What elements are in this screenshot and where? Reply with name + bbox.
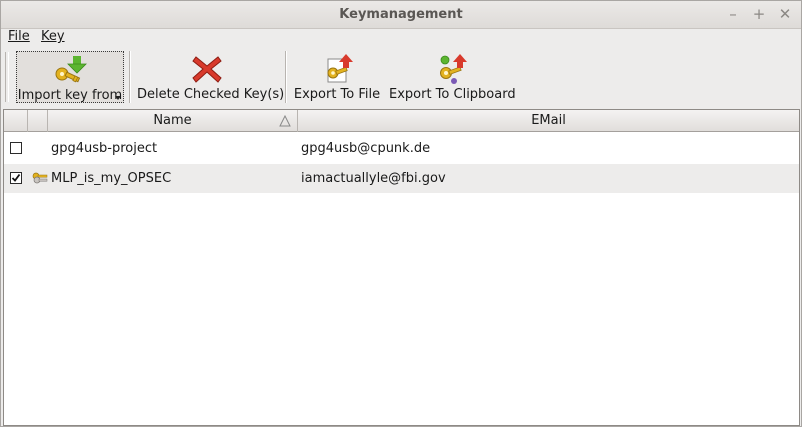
export-clipboard-icon [440,54,467,84]
chevron-down-icon [115,96,121,100]
delete-x-icon [192,56,222,83]
export-to-clipboard-button[interactable]: Export To Clipboard [389,51,516,103]
table-row[interactable]: MLP_is_my_OPSEC iamactuallyle@fbi.gov [4,164,799,193]
maximize-button[interactable]: + [749,5,769,25]
menu-file-label: File [8,29,30,44]
key-name: MLP_is_my_OPSEC [51,171,172,186]
header-type-column[interactable] [28,110,48,132]
keymanagement-window: Keymanagement – + ✕ File Key Import key … [0,0,802,427]
import-key-button[interactable]: Import key from [16,51,124,103]
menu-file[interactable]: File [8,29,30,44]
export-file-icon [327,54,353,83]
key-table: Name EMail gpg4usb-project gpg4usb@cpunk… [3,109,800,426]
export-to-clipboard-label: Export To Clipboard [389,87,516,102]
key-name: gpg4usb-project [51,141,158,156]
delete-checked-keys-button[interactable]: Delete Checked Key(s) [137,51,285,103]
header-name-label: Name [153,113,192,128]
export-to-file-label: Export To File [293,87,381,102]
checkmark-icon [11,173,21,182]
menu-key[interactable]: Key [41,29,65,44]
menu-bar: File Key [1,29,801,47]
menu-key-label: Key [41,29,65,44]
header-email[interactable]: EMail [298,110,799,132]
sort-ascending-icon [279,115,291,127]
toolbar-separator [285,51,287,103]
title-bar[interactable]: Keymanagement – + ✕ [1,1,801,29]
row-checkbox[interactable] [10,142,22,154]
header-email-label: EMail [531,113,566,128]
delete-checked-keys-label: Delete Checked Key(s) [137,87,285,102]
import-key-label: Import key from [17,88,123,103]
toolbar: Import key from Delete Checked Key(s) Ex… [1,47,801,107]
header-checkbox-column[interactable] [4,110,28,132]
header-name[interactable]: Name [48,110,298,132]
table-row[interactable]: gpg4usb-project gpg4usb@cpunk.de [4,134,799,163]
toolbar-grip[interactable] [5,52,9,102]
export-to-file-button[interactable]: Export To File [293,51,381,103]
row-checkbox-checked[interactable] [10,172,22,184]
toolbar-separator [129,51,131,103]
secret-key-pair-icon [32,172,48,184]
close-button[interactable]: ✕ [775,5,795,25]
import-key-icon [55,56,87,83]
table-header: Name EMail [4,110,799,132]
window-title: Keymanagement [339,7,463,22]
key-email: iamactuallyle@fbi.gov [301,171,446,186]
minimize-button[interactable]: – [723,5,743,25]
key-email: gpg4usb@cpunk.de [301,141,431,156]
